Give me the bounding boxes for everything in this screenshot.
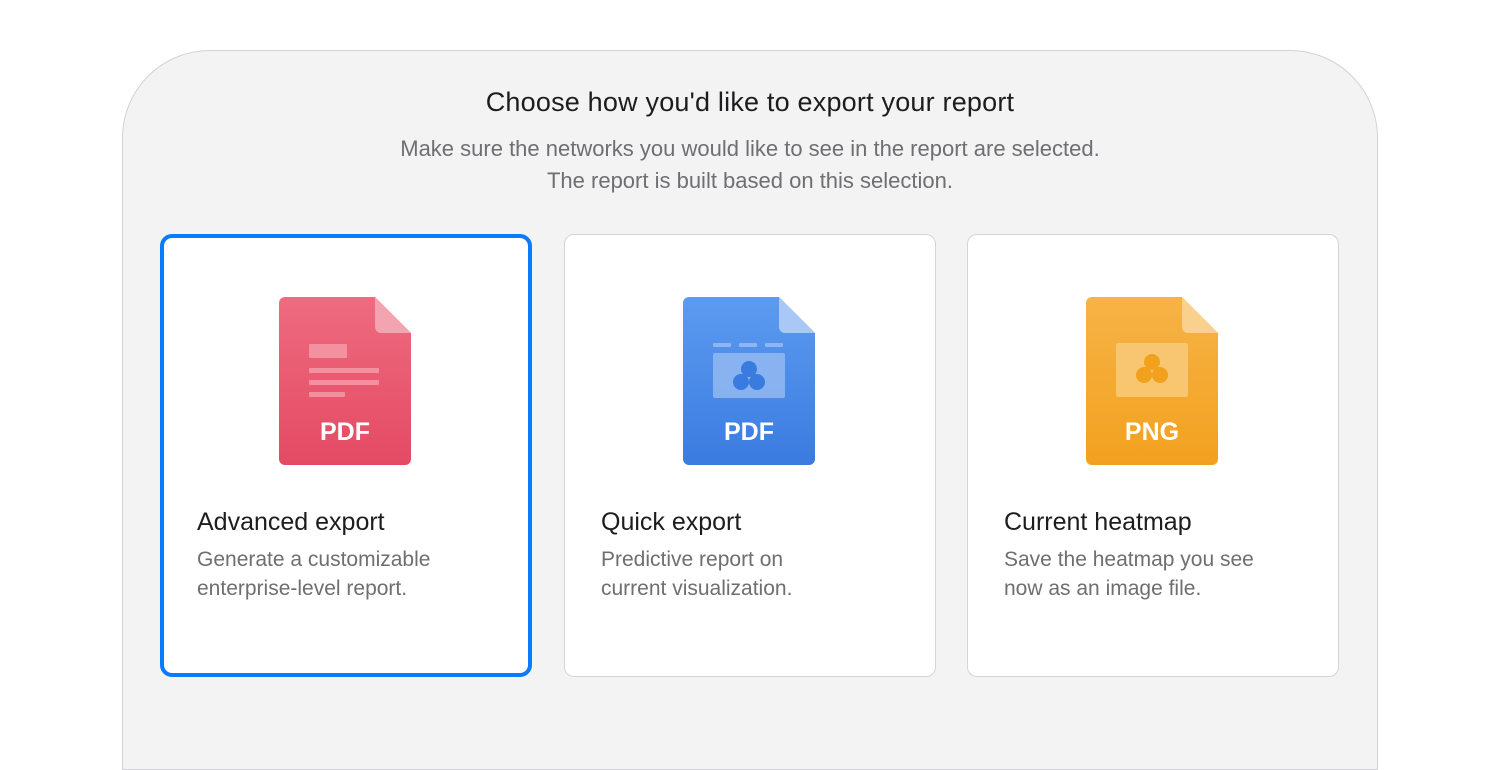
dialog-title: Choose how you'd like to export your rep…	[485, 87, 1015, 117]
option-description: Save the heatmap you see now as an image…	[1004, 545, 1324, 603]
file-format-label: PDF	[320, 418, 370, 446]
option-description-line-2: now as an image file.	[1004, 577, 1202, 600]
advanced-export-option[interactable]: PDF Advanced export Generate a customiza…	[160, 234, 532, 677]
option-description: Generate a customizable enterprise-level…	[197, 545, 517, 603]
quick-export-option[interactable]: PDF Quick export Predictive report on cu…	[564, 234, 936, 677]
file-format-label: PDF	[724, 418, 774, 446]
option-title: Advanced export	[197, 508, 385, 536]
export-dialog: Choose how you'd like to export your rep…	[122, 50, 1378, 770]
file-format-label: PNG	[1125, 418, 1179, 446]
option-title: Quick export	[601, 508, 742, 536]
option-description-line-1: Generate a customizable	[197, 548, 431, 571]
pdf-visualization-icon: PDF	[683, 297, 815, 465]
option-description-line-1: Save the heatmap you see	[1004, 548, 1254, 571]
option-description-line-2: current visualization.	[601, 577, 793, 600]
subtitle-line-2: The report is built based on this select…	[546, 168, 953, 193]
current-heatmap-option[interactable]: PNG Current heatmap Save the heatmap you…	[967, 234, 1339, 677]
subtitle-line-1: Make sure the networks you would like to…	[400, 136, 1100, 161]
option-description-line-1: Predictive report on	[601, 548, 784, 571]
option-description: Predictive report on current visualizati…	[601, 545, 921, 603]
dialog-subtitle: Make sure the networks you would like to…	[123, 133, 1377, 197]
option-description-line-2: enterprise-level report.	[197, 577, 408, 600]
png-image-icon: PNG	[1086, 297, 1218, 465]
option-title: Current heatmap	[1004, 508, 1192, 536]
pdf-document-icon: PDF	[279, 297, 411, 465]
